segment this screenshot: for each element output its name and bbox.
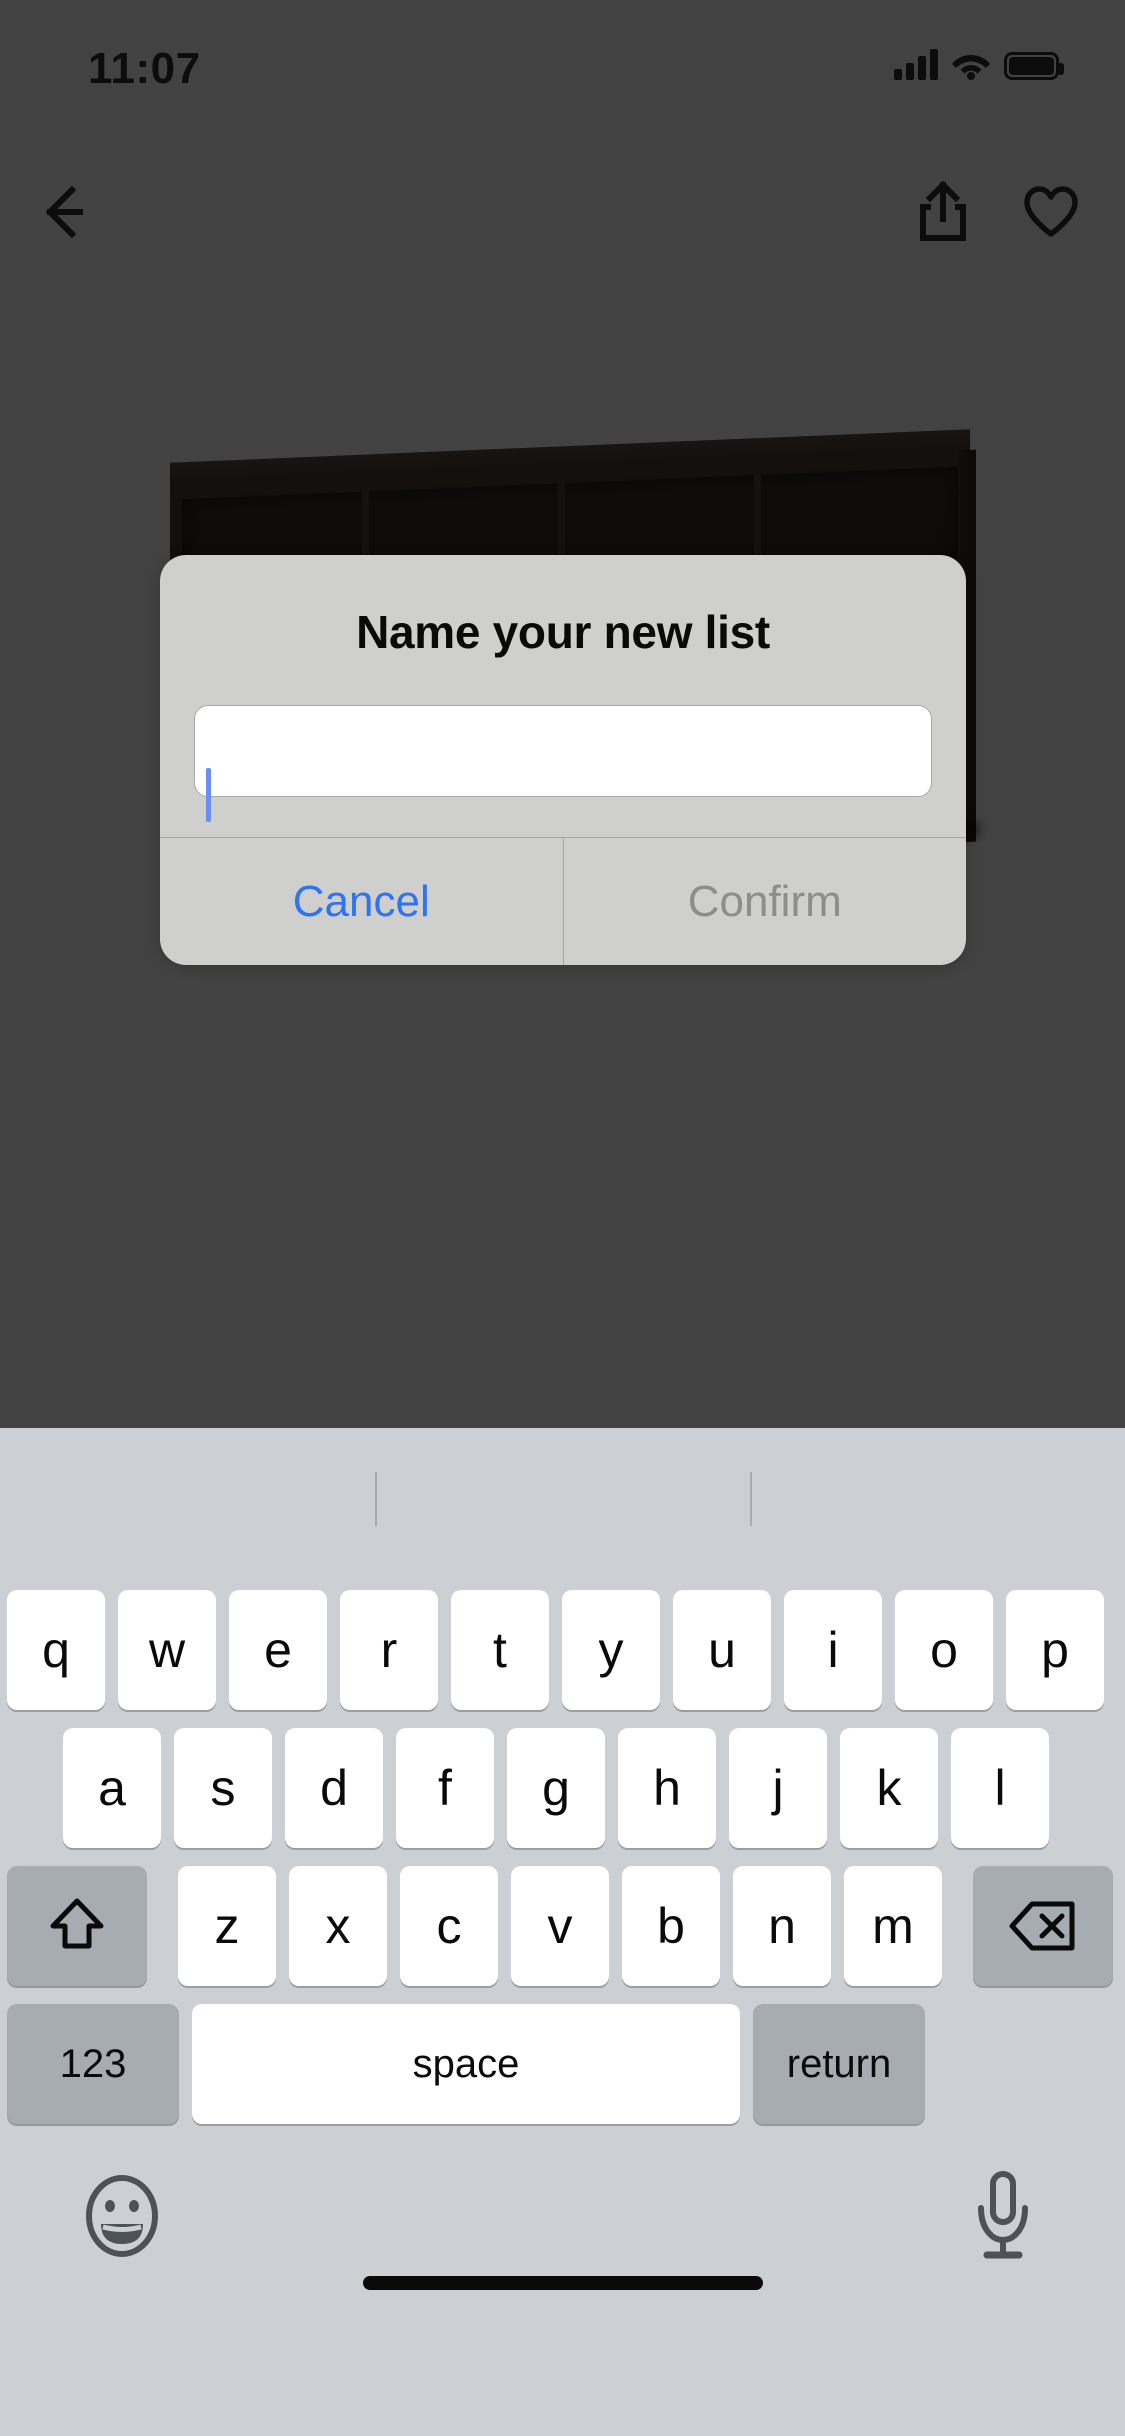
key-l[interactable]: l <box>951 1728 1049 1848</box>
keyboard-bottom-bar <box>0 2152 1125 2312</box>
confirm-button[interactable]: Confirm <box>562 838 967 965</box>
keyboard-row-3: z x c v b n m <box>7 1866 1113 1986</box>
dialog-button-row: Cancel Confirm <box>160 837 966 965</box>
text-cursor <box>206 768 211 822</box>
key-i[interactable]: i <box>784 1590 882 1710</box>
phone-screen: 11:07 Name your new list Cancel Confirm … <box>0 0 1125 2436</box>
keyboard-row-1: q w e r t y u i o p <box>7 1590 1104 1710</box>
emoji-smiley-icon[interactable] <box>82 2175 162 2257</box>
key-c[interactable]: c <box>400 1866 498 1986</box>
predictive-text-bar[interactable] <box>0 1428 1125 1566</box>
key-w[interactable]: w <box>118 1590 216 1710</box>
keyboard-row-4: 123 space return <box>7 2004 925 2124</box>
key-r[interactable]: r <box>340 1590 438 1710</box>
space-key[interactable]: space <box>192 2004 740 2124</box>
key-y[interactable]: y <box>562 1590 660 1710</box>
wifi-icon <box>952 55 990 80</box>
key-h[interactable]: h <box>618 1728 716 1848</box>
microphone-icon[interactable] <box>963 2171 1043 2260</box>
key-n[interactable]: n <box>733 1866 831 1986</box>
key-b[interactable]: b <box>622 1866 720 1986</box>
dialog-input-container <box>160 665 966 837</box>
dialog-title: Name your new list <box>356 606 770 658</box>
backspace-icon[interactable] <box>973 1866 1113 1986</box>
list-name-input[interactable] <box>194 705 932 797</box>
key-d[interactable]: d <box>285 1728 383 1848</box>
keyboard-row-2: a s d f g h j k l <box>63 1728 1049 1848</box>
key-a[interactable]: a <box>63 1728 161 1848</box>
key-j[interactable]: j <box>729 1728 827 1848</box>
status-bar: 11:07 <box>0 0 1125 132</box>
key-e[interactable]: e <box>229 1590 327 1710</box>
heart-outline-icon[interactable] <box>1007 168 1095 256</box>
key-z[interactable]: z <box>178 1866 276 1986</box>
key-v[interactable]: v <box>511 1866 609 1986</box>
numbers-key[interactable]: 123 <box>7 2004 179 2124</box>
status-bar-time: 11:07 <box>88 44 201 93</box>
key-f[interactable]: f <box>396 1728 494 1848</box>
key-u[interactable]: u <box>673 1590 771 1710</box>
shift-icon[interactable] <box>7 1866 147 1986</box>
home-indicator[interactable] <box>362 2276 763 2290</box>
name-list-dialog: Name your new list Cancel Confirm <box>160 555 966 965</box>
key-x[interactable]: x <box>289 1866 387 1986</box>
status-bar-indicators <box>894 48 1064 80</box>
return-key[interactable]: return <box>753 2004 925 2124</box>
key-o[interactable]: o <box>895 1590 993 1710</box>
battery-full-icon <box>1004 52 1064 80</box>
navigation-bar <box>0 160 1125 270</box>
predictive-divider <box>375 1472 377 1526</box>
key-s[interactable]: s <box>174 1728 272 1848</box>
software-keyboard: q w e r t y u i o p a s d f g h j k l z … <box>0 1428 1125 2436</box>
key-p[interactable]: p <box>1006 1590 1104 1710</box>
key-m[interactable]: m <box>844 1866 942 1986</box>
share-icon[interactable] <box>899 168 987 256</box>
cancel-button[interactable]: Cancel <box>160 838 563 965</box>
key-g[interactable]: g <box>507 1728 605 1848</box>
key-q[interactable]: q <box>7 1590 105 1710</box>
key-k[interactable]: k <box>840 1728 938 1848</box>
cellular-signal-icon <box>894 48 938 80</box>
key-t[interactable]: t <box>451 1590 549 1710</box>
back-arrow-icon[interactable] <box>32 168 120 256</box>
predictive-divider <box>750 1472 752 1526</box>
